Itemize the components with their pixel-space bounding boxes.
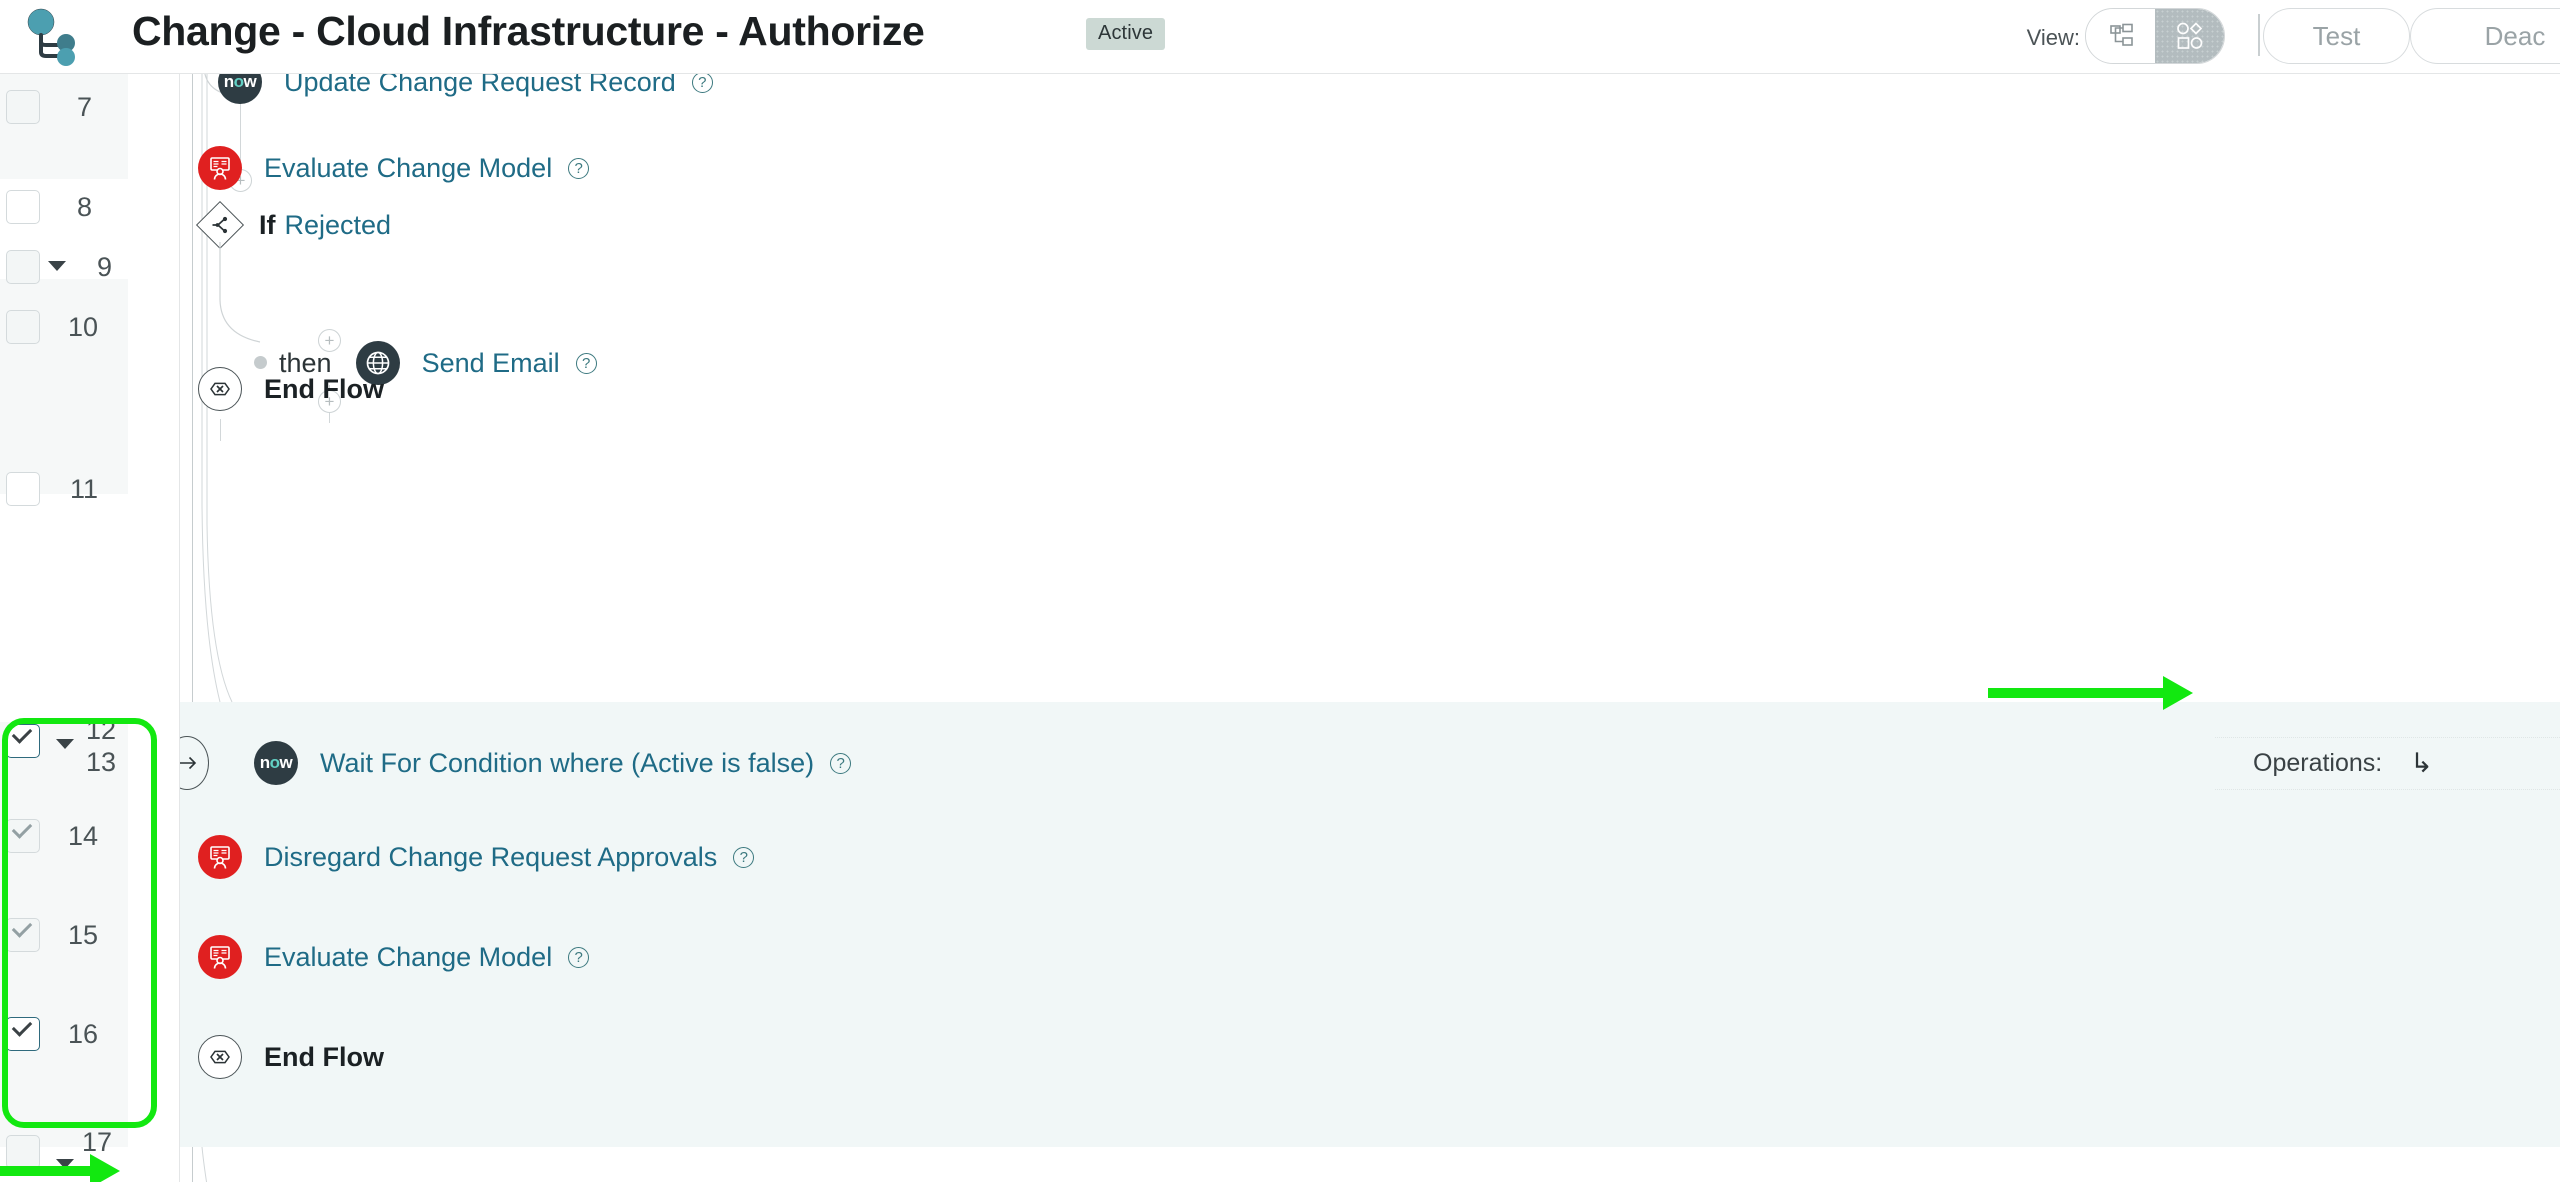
approval-user-icon bbox=[198, 835, 242, 879]
row-number: 13 bbox=[85, 747, 116, 777]
step-label: End Flow bbox=[264, 1041, 384, 1072]
row-checkbox[interactable] bbox=[6, 190, 40, 224]
flow-canvas: now Update Change Request Record ? + Eva… bbox=[165, 60, 2560, 1182]
step-label[interactable]: Evaluate Change Model bbox=[264, 153, 552, 184]
end-flow-icon bbox=[198, 367, 242, 411]
row-checkbox[interactable] bbox=[6, 90, 40, 124]
gutter-row[interactable]: 11 bbox=[0, 456, 180, 512]
row-checkbox[interactable] bbox=[6, 310, 40, 344]
row-checkbox[interactable] bbox=[6, 472, 40, 506]
view-mode-toggle[interactable] bbox=[2085, 8, 2225, 64]
row-number: 10 bbox=[67, 312, 98, 342]
status-badge: Active bbox=[1086, 18, 1166, 50]
row-checkbox[interactable] bbox=[6, 818, 40, 853]
flow-step-disregard-change-request-approvals[interactable]: Disregard Change Request Approvals ? bbox=[198, 835, 755, 879]
flow-step-if-rejected[interactable]: If Rejected bbox=[195, 200, 392, 250]
row-number: 7 bbox=[76, 92, 92, 122]
view-label: View: bbox=[2026, 25, 2080, 50]
row-checkbox[interactable] bbox=[6, 1016, 40, 1051]
row-number: 8 bbox=[76, 192, 92, 222]
flow-step-end-flow-2[interactable]: End Flow bbox=[198, 1035, 384, 1079]
step-label[interactable]: Rejected bbox=[285, 210, 392, 241]
flow-step-evaluate-change-model[interactable]: Evaluate Change Model ? bbox=[198, 146, 590, 190]
help-icon[interactable]: ? bbox=[691, 71, 713, 93]
gutter-row[interactable]: 10 bbox=[0, 294, 180, 350]
help-icon[interactable]: ? bbox=[568, 946, 590, 968]
flow-step-wait-for-condition-active[interactable]: now Wait For Condition where (Active is … bbox=[165, 736, 852, 790]
row-number-gutter: 7 8 9 10 11 12 13 14 15 16 17 bbox=[0, 74, 180, 1182]
add-step-button-hidden: + bbox=[318, 329, 341, 352]
row-number: 12 bbox=[85, 715, 116, 745]
approval-user-icon bbox=[198, 935, 242, 979]
header-divider bbox=[2258, 14, 2260, 56]
step-keyword-if: If bbox=[259, 209, 276, 240]
row-number: 9 bbox=[96, 252, 112, 282]
hierarchy-view-icon[interactable] bbox=[2086, 9, 2155, 63]
gutter-row[interactable]: 14 bbox=[0, 803, 180, 859]
help-icon[interactable]: ? bbox=[568, 157, 590, 179]
now-logo-icon: now bbox=[254, 741, 298, 785]
app-header: Change - Cloud Infrastructure - Authoriz… bbox=[0, 0, 2560, 74]
annotation-arrow-line bbox=[0, 1166, 90, 1176]
row-number: 16 bbox=[67, 1019, 98, 1049]
row-number: 14 bbox=[67, 821, 98, 851]
step-connector-line bbox=[220, 419, 221, 441]
gutter-row[interactable]: 12 13 bbox=[0, 702, 180, 792]
row-number: 11 bbox=[69, 474, 98, 504]
return-arrow-icon: ↳ bbox=[2410, 748, 2433, 778]
annotation-arrow-head bbox=[90, 1154, 120, 1182]
shapes-view-icon[interactable] bbox=[2155, 9, 2224, 63]
step-label: End Flow bbox=[264, 373, 384, 404]
flow-step-evaluate-change-model-2[interactable]: Evaluate Change Model ? bbox=[198, 935, 590, 979]
test-button[interactable]: Test bbox=[2263, 8, 2410, 64]
approval-user-icon bbox=[198, 146, 242, 190]
annotation-arrow-line bbox=[1988, 688, 2163, 698]
annotation-arrow-head bbox=[2163, 676, 2193, 710]
operations-panel: Operations: ↳ bbox=[2215, 737, 2560, 790]
help-icon[interactable]: ? bbox=[733, 846, 755, 868]
step-label[interactable]: Wait For Condition where (Active is fals… bbox=[320, 748, 814, 779]
gutter-row[interactable]: 7 bbox=[0, 74, 180, 130]
gutter-row[interactable]: 9 bbox=[0, 234, 180, 290]
operations-label: Operations: bbox=[2253, 749, 2383, 777]
page-title: Change - Cloud Infrastructure - Authoriz… bbox=[132, 8, 925, 54]
flow-step-end-flow[interactable]: End Flow bbox=[198, 367, 384, 411]
flow-trunk-curves bbox=[201, 1147, 208, 1182]
gutter-row[interactable]: 15 bbox=[0, 902, 180, 958]
gutter-row[interactable]: 16 bbox=[0, 1001, 180, 1057]
row-number: 15 bbox=[67, 920, 98, 950]
end-flow-icon bbox=[198, 1035, 242, 1079]
step-label[interactable]: Evaluate Change Model bbox=[264, 942, 552, 973]
row-checkbox[interactable] bbox=[6, 917, 40, 952]
row-checkbox[interactable] bbox=[6, 1135, 40, 1169]
step-label[interactable]: Disregard Change Request Approvals bbox=[264, 842, 717, 873]
row-checkbox[interactable] bbox=[6, 723, 40, 758]
help-icon[interactable]: ? bbox=[575, 352, 597, 374]
deactivate-button[interactable]: Deac bbox=[2410, 8, 2560, 64]
help-icon[interactable]: ? bbox=[830, 752, 852, 774]
row-checkbox[interactable] bbox=[6, 250, 40, 284]
gutter-row[interactable]: 8 bbox=[0, 174, 180, 230]
flow-designer-logo-icon bbox=[22, 6, 84, 68]
step-label[interactable]: Send Email bbox=[422, 348, 560, 379]
